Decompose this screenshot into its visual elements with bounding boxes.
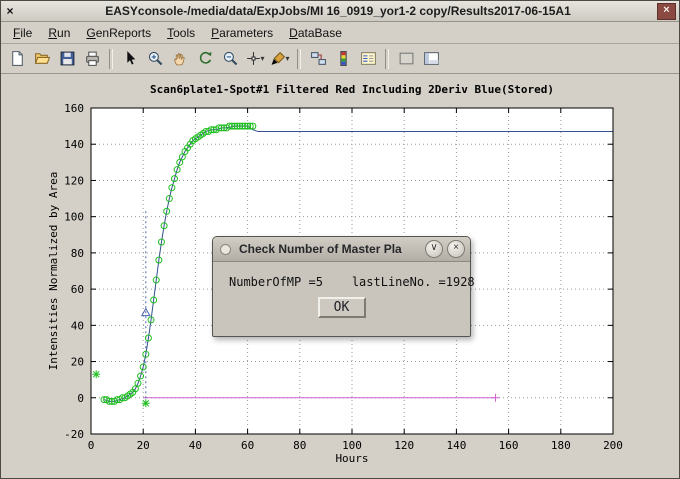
new-file-button[interactable] [5, 47, 29, 71]
save-icon [59, 50, 76, 67]
svg-text:0: 0 [77, 392, 84, 405]
hide-plot-tools-icon [398, 50, 415, 67]
menubar: File Run GenReports Tools Parameters Dat… [1, 22, 679, 44]
svg-text:-20: -20 [64, 428, 84, 441]
chart-title: Scan6plate1-Spot#1 Filtered Red Includin… [150, 83, 554, 96]
titlebar[interactable]: × EASYconsole-/media/data/ExpJobs/MI 16_… [1, 1, 679, 22]
figure-area: 0 20 40 60 80 100 120 140 160 180 200 -20 0 20 40 60 80 1… [1, 74, 679, 478]
zoom-in-button[interactable] [143, 47, 167, 71]
menu-parameters[interactable]: Parameters [203, 24, 281, 42]
svg-text:140: 140 [64, 138, 84, 151]
rotate-3d-button[interactable] [193, 47, 217, 71]
window-close-button[interactable]: × [657, 3, 676, 20]
ok-button[interactable]: OK [318, 297, 366, 318]
svg-text:180: 180 [551, 439, 571, 452]
svg-text:160: 160 [64, 102, 84, 115]
svg-text:140: 140 [446, 439, 466, 452]
check-number-dialog: Check Number of Master Pla ∨ × NumberOfM… [212, 236, 471, 337]
y-axis-label: Intensities Normalized by Area [47, 172, 60, 371]
new-file-icon [9, 50, 26, 67]
menu-tools[interactable]: Tools [159, 24, 203, 42]
svg-text:40: 40 [189, 439, 202, 452]
svg-text:200: 200 [603, 439, 623, 452]
dialog-collapse-button[interactable]: ∨ [425, 240, 443, 258]
dropdown-arrow-icon: ▾ [285, 54, 289, 63]
svg-text:100: 100 [64, 211, 84, 224]
svg-text:0: 0 [88, 439, 95, 452]
svg-text:160: 160 [499, 439, 519, 452]
dialog-message: NumberOfMP =5 lastLineNo. =1928 [229, 275, 454, 289]
save-figure-button[interactable] [55, 47, 79, 71]
rotate-icon [197, 50, 214, 67]
toolbar-separator [385, 49, 389, 69]
select-cursor-button[interactable] [118, 47, 142, 71]
open-file-button[interactable] [30, 47, 54, 71]
insert-legend-button[interactable] [356, 47, 380, 71]
dialog-app-icon [220, 244, 231, 255]
open-file-icon [34, 50, 51, 67]
zoom-out-icon [222, 50, 239, 67]
svg-text:80: 80 [293, 439, 306, 452]
brush-button[interactable]: ▾ [268, 47, 292, 71]
window-menu-icon[interactable]: × [1, 4, 19, 18]
link-plots-button[interactable] [306, 47, 330, 71]
data-cursor-button[interactable]: ▾ [243, 47, 267, 71]
menu-database[interactable]: DataBase [281, 24, 350, 42]
toolbar-separator [297, 49, 301, 69]
toolbar: ▾ ▾ [1, 44, 679, 74]
insert-colorbar-button[interactable] [331, 47, 355, 71]
dialog-titlebar[interactable]: Check Number of Master Pla ∨ × [213, 237, 470, 262]
svg-text:120: 120 [394, 439, 414, 452]
svg-text:100: 100 [342, 439, 362, 452]
svg-text:60: 60 [71, 283, 84, 296]
svg-text:60: 60 [241, 439, 254, 452]
dialog-title: Check Number of Master Pla [239, 242, 421, 256]
print-figure-button[interactable] [80, 47, 104, 71]
window-title: EASYconsole-/media/data/ExpJobs/MI 16_09… [19, 4, 657, 18]
show-plot-tools-icon [423, 50, 440, 67]
menu-file[interactable]: File [5, 24, 40, 42]
menu-run[interactable]: Run [40, 24, 78, 42]
svg-text:20: 20 [71, 356, 84, 369]
pan-hand-button[interactable] [168, 47, 192, 71]
svg-text:40: 40 [71, 319, 84, 332]
link-plots-icon [310, 50, 327, 67]
zoom-in-icon [147, 50, 164, 67]
menu-genreports[interactable]: GenReports [78, 24, 159, 42]
show-plot-tools-button[interactable] [419, 47, 443, 71]
pan-hand-icon [172, 50, 189, 67]
dropdown-arrow-icon: ▾ [260, 54, 264, 63]
app-window: { "window": { "title": "EASYconsole-/med… [0, 0, 680, 479]
legend-icon [360, 50, 377, 67]
zoom-out-button[interactable] [218, 47, 242, 71]
dialog-body: NumberOfMP =5 lastLineNo. =1928 OK [213, 262, 470, 318]
cursor-arrow-icon [122, 50, 139, 67]
hide-plot-tools-button[interactable] [394, 47, 418, 71]
print-icon [84, 50, 101, 67]
svg-text:120: 120 [64, 174, 84, 187]
dialog-close-button[interactable]: × [447, 240, 465, 258]
toolbar-separator [109, 49, 113, 69]
x-axis-label: Hours [335, 452, 368, 465]
colorbar-icon [335, 50, 352, 67]
svg-text:20: 20 [137, 439, 150, 452]
svg-text:80: 80 [71, 247, 84, 260]
